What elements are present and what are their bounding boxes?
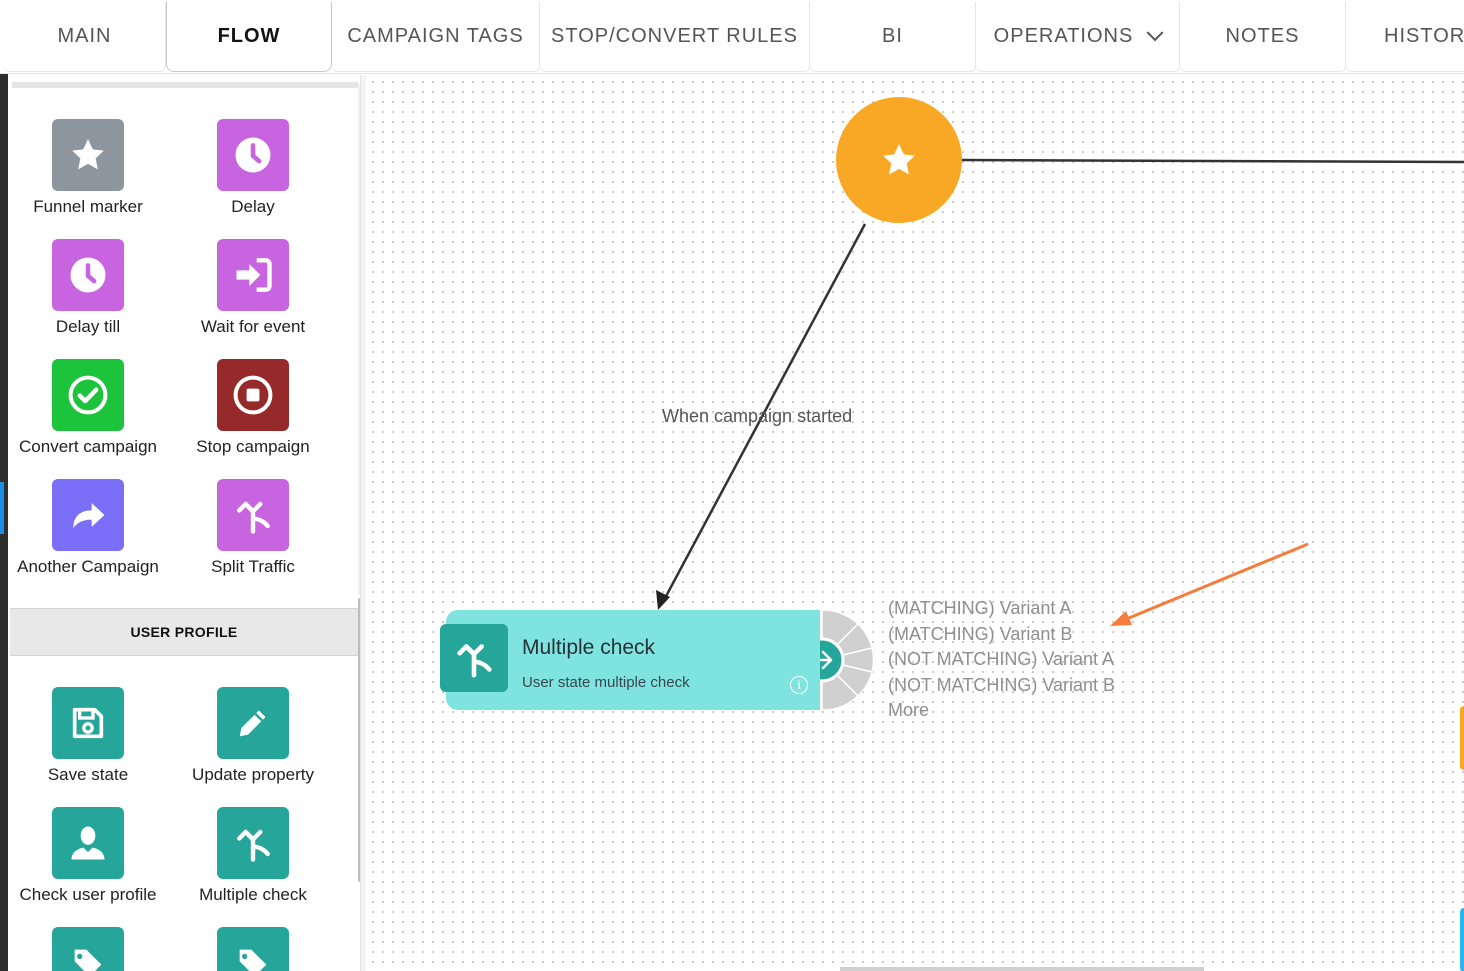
star-icon — [52, 119, 124, 191]
tool-delay[interactable]: Delay — [173, 119, 333, 217]
split-arrow-icon — [440, 624, 508, 692]
tab-flow[interactable]: FLOW — [166, 2, 332, 72]
output-item[interactable]: (NOT MATCHING) Variant A — [888, 647, 1115, 673]
output-more-link[interactable]: More — [888, 698, 1115, 724]
node-title: Multiple check — [522, 636, 656, 659]
tag-icon — [217, 927, 289, 971]
tool-label: Check user profile — [19, 885, 157, 904]
info-icon[interactable]: i — [790, 676, 808, 694]
tab-main[interactable]: MAIN — [4, 2, 166, 72]
flow-editor-app: MAIN FLOW CAMPAIGN TAGS STOP/CONVERT RUL… — [0, 0, 1464, 971]
tool-label: Delay — [231, 197, 275, 216]
node-subtitle: User state multiple check — [522, 674, 690, 691]
tool-label: Save state — [47, 765, 129, 784]
tab-bi[interactable]: BI — [810, 2, 976, 72]
canvas-horizontal-scrollbar[interactable] — [840, 967, 1204, 971]
tool-label: Split Traffic — [211, 557, 295, 576]
start-node[interactable] — [836, 97, 962, 223]
tool-convert-campaign[interactable]: Convert campaign — [8, 359, 168, 457]
tags-icon — [52, 927, 124, 971]
tool-tags[interactable] — [8, 927, 168, 971]
offscreen-node-blue[interactable] — [1460, 908, 1464, 971]
tab-operations[interactable]: OPERATIONS — [976, 2, 1180, 72]
tab-stop-convert-rules[interactable]: STOP/CONVERT RULES — [540, 2, 810, 72]
pencil-icon — [217, 687, 289, 759]
tool-label: Funnel marker — [33, 197, 143, 216]
stop-circle-icon — [217, 359, 289, 431]
tool-label: Convert campaign — [19, 437, 157, 456]
floppy-icon — [52, 687, 124, 759]
tool-save-state[interactable]: Save state — [8, 687, 168, 785]
tool-sidebar: Funnel marker Delay Delay till Wait for … — [8, 74, 364, 971]
tool-multiple-check[interactable]: Multiple check — [173, 807, 333, 905]
split-arrow-icon — [217, 807, 289, 879]
tool-label: Update property — [192, 765, 314, 784]
tab-notes[interactable]: NOTES — [1180, 2, 1346, 72]
split-arrow-icon — [217, 479, 289, 551]
tool-tag[interactable] — [173, 927, 333, 971]
section-header-user-profile: USER PROFILE — [10, 608, 358, 656]
tool-label: Stop campaign — [196, 437, 310, 456]
output-item[interactable]: (NOT MATCHING) Variant B — [888, 673, 1115, 699]
tool-label: Wait for event — [200, 317, 306, 336]
left-strip-indicator — [0, 482, 4, 534]
tab-campaign-tags[interactable]: CAMPAIGN TAGS — [332, 2, 540, 72]
output-item[interactable]: (MATCHING) Variant B — [888, 622, 1115, 648]
clock-icon — [217, 119, 289, 191]
tool-label: Delay till — [55, 317, 121, 336]
left-strip — [0, 74, 8, 971]
tool-label: Multiple check — [199, 885, 307, 904]
check-circle-icon — [52, 359, 124, 431]
multiple-check-node[interactable]: Multiple check User state multiple check… — [440, 610, 824, 710]
edge-label[interactable]: When campaign started — [662, 406, 852, 427]
clock-icon — [52, 239, 124, 311]
sidebar-top-divider — [12, 82, 358, 88]
chevron-down-icon — [1146, 23, 1164, 41]
tool-label: Another Campaign — [17, 557, 159, 576]
star-icon — [883, 144, 915, 175]
enter-icon — [217, 239, 289, 311]
tool-stop-campaign[interactable]: Stop campaign — [173, 359, 333, 457]
tool-check-user-profile[interactable]: Check user profile — [8, 807, 168, 905]
tool-update-property[interactable]: Update property — [173, 687, 333, 785]
offscreen-node-orange[interactable] — [1460, 706, 1464, 770]
tab-bar: MAIN FLOW CAMPAIGN TAGS STOP/CONVERT RUL… — [0, 0, 1464, 74]
output-item[interactable]: (MATCHING) Variant A — [888, 596, 1115, 622]
tool-funnel-marker[interactable]: Funnel marker — [8, 119, 168, 217]
node-outputs-list: (MATCHING) Variant A (MATCHING) Variant … — [888, 596, 1115, 724]
tab-history[interactable]: HISTORY — [1346, 2, 1464, 72]
tool-wait-for-event[interactable]: Wait for event — [173, 239, 333, 337]
tool-another-campaign[interactable]: Another Campaign — [8, 479, 168, 577]
tool-split-traffic[interactable]: Split Traffic — [173, 479, 333, 577]
user-icon — [52, 807, 124, 879]
tool-delay-till[interactable]: Delay till — [8, 239, 168, 337]
redirect-arrow-icon — [52, 479, 124, 551]
